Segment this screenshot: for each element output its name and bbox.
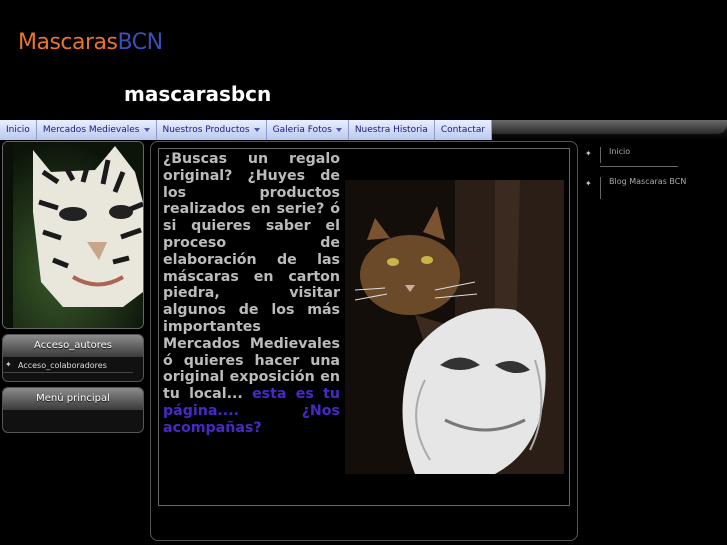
main-nav: Inicio Mercados Medievales Nuestros Prod…: [0, 120, 727, 140]
left-sidebar: Acceso_autores Acceso_colaboradores Menú…: [2, 141, 144, 433]
right-menu-item-inicio[interactable]: ✦ Inicio: [583, 147, 727, 167]
acceso-colaboradores-link[interactable]: Acceso_colaboradores: [3, 360, 133, 373]
logo-part-mascaras: Mascaras: [18, 30, 118, 55]
right-menu-item-blog[interactable]: ✦ Blog Mascaras BCN: [583, 177, 689, 199]
module-title: Acceso_autores: [3, 335, 143, 357]
right-menu-label: Inicio: [609, 147, 631, 156]
nav-decor-strip: [477, 120, 727, 134]
nav-item-contactar[interactable]: Contactar: [434, 120, 493, 140]
intro-text: ¿Buscas un regalo original? ¿Huyes de lo…: [163, 151, 340, 437]
tiger-mask-image: [2, 141, 144, 329]
chevron-down-icon: [335, 128, 342, 132]
module-title: Menú principal: [3, 388, 143, 410]
nav-item-galeria-fotos[interactable]: Galeria Fotos: [266, 120, 349, 140]
intro-paragraph: ¿Buscas un regalo original? ¿Huyes de lo…: [163, 151, 340, 403]
nav-item-nuestra-historia[interactable]: Nuestra Historia: [348, 120, 435, 140]
site-logo[interactable]: MascarasBCN: [18, 30, 163, 55]
nav-item-nuestros-productos[interactable]: Nuestros Productos: [156, 120, 267, 140]
star-bullet-icon: ✦: [585, 149, 592, 158]
module-menu-principal: Menú principal: [2, 387, 144, 433]
cat-mask-photo: [345, 180, 564, 474]
chevron-down-icon: [253, 128, 260, 132]
star-bullet-icon: ✦: [585, 179, 592, 188]
logo-part-bcn: BCN: [117, 30, 164, 55]
right-menu-label: Blog Mascaras BCN: [609, 177, 687, 186]
site-title: mascarasbcn: [124, 82, 272, 106]
nav-item-inicio[interactable]: Inicio: [0, 120, 37, 140]
module-acceso-autores: Acceso_autores Acceso_colaboradores: [2, 334, 144, 382]
nav-item-mercados-medievales[interactable]: Mercados Medievales: [36, 120, 157, 140]
chevron-down-icon: [143, 128, 150, 132]
right-sidebar: ✦ Inicio ✦ Blog Mascaras BCN: [583, 141, 727, 199]
